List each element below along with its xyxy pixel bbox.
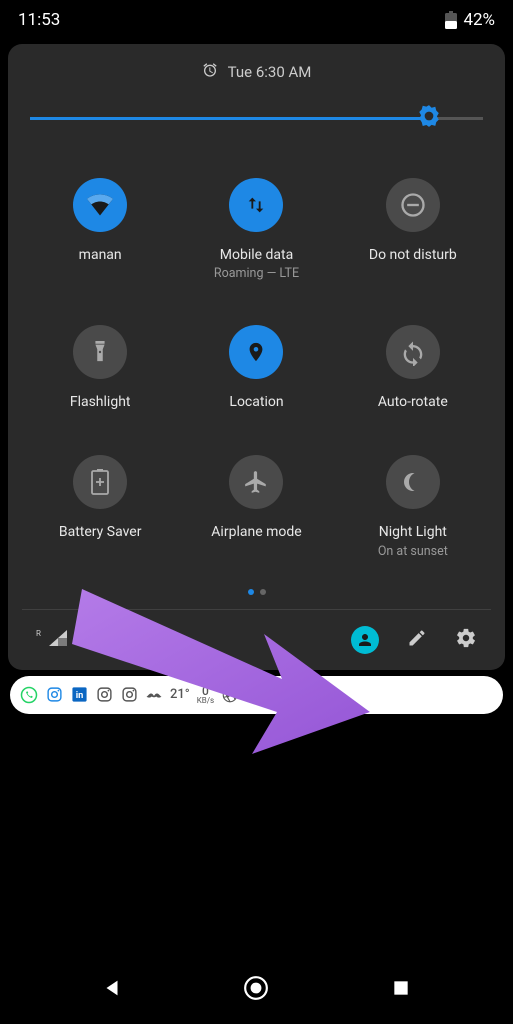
notification-widget-bar[interactable]: in 21° 0 KB/s • [10,676,503,714]
footer-actions [351,626,477,654]
mustache-icon [145,686,163,704]
night-icon [386,455,440,509]
tile-flashlight[interactable]: Flashlight [22,303,178,433]
speed-unit: KB/s [197,697,214,705]
location-icon [229,325,283,379]
instagram-icon [45,686,63,704]
tile-airplane-label: Airplane mode [211,523,301,541]
status-time: 11:53 [18,10,60,30]
battery-icon [445,11,457,29]
aperture-icon [221,686,239,704]
brightness-handle[interactable] [416,103,442,133]
tile-battery-saver-label: Battery Saver [59,523,142,541]
tile-auto-rotate[interactable]: Auto-rotate [335,303,491,433]
wifi-icon [73,178,127,232]
page-indicator [22,581,491,609]
roaming-indicator: R [36,629,41,638]
carrier-label: Jio 4G [75,631,118,649]
page-dot-1 [248,589,254,595]
instagram-icon-3 [120,686,138,704]
user-switch-button[interactable] [351,626,379,654]
tile-dnd[interactable]: Do not disturb [335,156,491,303]
status-right: 42% [445,10,495,30]
tile-night-label: Night Light [379,523,447,541]
battery-percent: 42% [463,10,495,30]
edit-button[interactable] [407,628,427,652]
tile-location-label: Location [229,393,283,411]
tile-wifi-label: manan [79,246,122,264]
tile-airplane[interactable]: Airplane mode [178,433,334,580]
linkedin-icon: in [70,686,88,704]
more-dot: • [296,684,302,705]
home-button[interactable] [236,968,276,1008]
page-dot-2 [260,589,266,595]
recents-button[interactable] [381,968,421,1008]
dnd-icon [386,178,440,232]
temperature-widget: 21° [170,687,190,702]
tile-mobile-data[interactable]: Mobile data Roaming — LTE [178,156,334,303]
brightness-fill [30,117,429,120]
airplane-icon [229,455,283,509]
whatsapp-icon [20,686,38,704]
status-bar: 11:53 42% [0,0,513,36]
svg-text:in: in [75,690,83,701]
tile-wifi[interactable]: manan [22,156,178,303]
data-icon [229,178,283,232]
rotate-icon [386,325,440,379]
speed-value: 0 [197,685,214,697]
signal-icon [49,630,67,650]
tile-location[interactable]: Location [178,303,334,433]
battery-saver-icon [73,455,127,509]
alarm-row[interactable]: Tue 6:30 AM [22,62,491,82]
tile-data-label: Mobile data [220,246,293,264]
back-button[interactable] [92,968,132,1008]
tile-night-light[interactable]: Night Light On at sunset [335,433,491,580]
speed-widget: 0 KB/s [197,685,214,705]
navigation-bar [0,964,513,1012]
qs-footer: R Jio 4G [22,610,491,670]
settings-button[interactable] [455,627,477,653]
tile-dnd-label: Do not disturb [369,246,457,264]
alarm-text: Tue 6:30 AM [228,63,312,81]
share-icon [246,686,264,704]
instagram-icon-2 [95,686,113,704]
carrier-area[interactable]: R Jio 4G [36,630,339,650]
tile-night-sublabel: On at sunset [378,544,448,559]
tile-rotate-label: Auto-rotate [378,393,448,411]
alarm-icon [202,62,218,82]
tile-battery-saver[interactable]: Battery Saver [22,433,178,580]
tile-data-sublabel: Roaming — LTE [214,266,299,281]
tile-flashlight-label: Flashlight [70,393,131,411]
flashlight-icon [73,325,127,379]
quick-settings-panel: Tue 6:30 AM manan Mobile data Roaming — … [8,44,505,670]
telegram-icon [271,686,289,704]
brightness-slider[interactable] [30,104,483,132]
tiles-grid: manan Mobile data Roaming — LTE Do not d… [22,156,491,581]
